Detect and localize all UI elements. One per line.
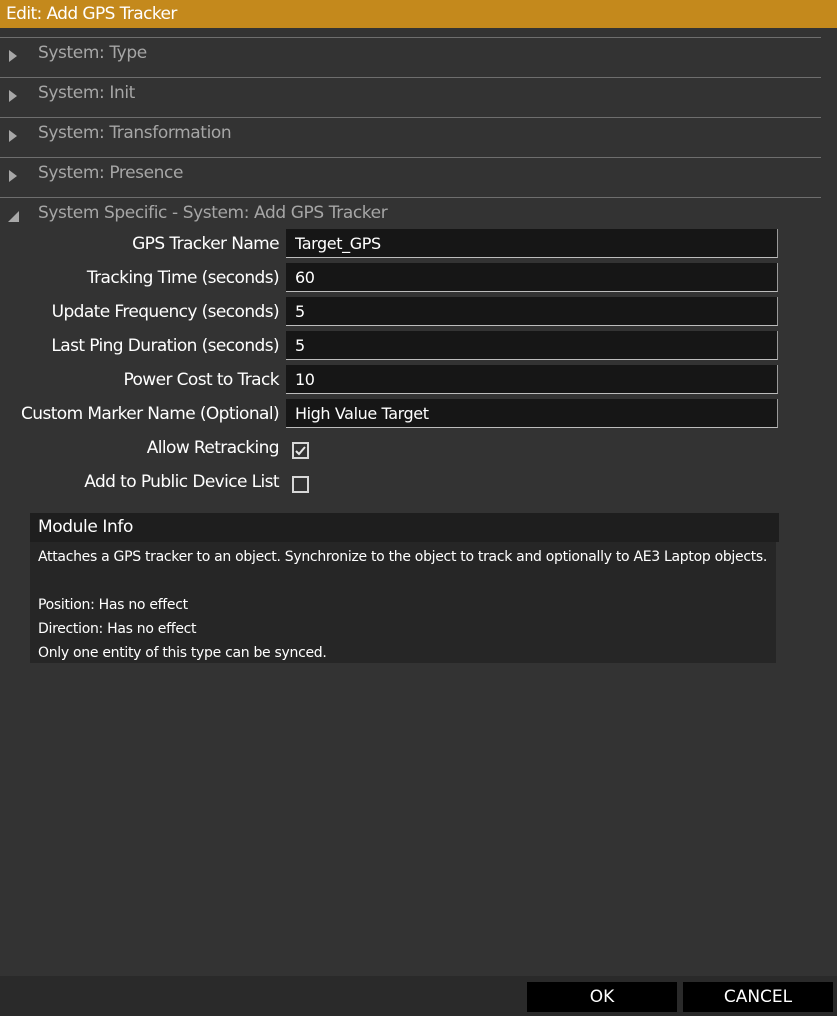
section-system-type[interactable]: System: Type: [0, 37, 821, 77]
section-system-transformation[interactable]: System: Transformation: [0, 117, 821, 157]
chevron-right-icon: [9, 50, 17, 62]
module-info-line: Only one entity of this type can be sync…: [38, 645, 327, 661]
update-frequency-label: Update Frequency (seconds): [51, 302, 280, 322]
tracker-name-input[interactable]: [286, 229, 778, 258]
cancel-button[interactable]: CANCEL: [683, 982, 833, 1012]
module-info-line: [38, 569, 768, 593]
section-label: System: Presence: [38, 163, 184, 183]
section-system-specific[interactable]: System Specific - System: Add GPS Tracke…: [0, 197, 821, 229]
chevron-down-icon: [8, 211, 19, 222]
tracker-name-label: GPS Tracker Name: [132, 234, 280, 254]
checkmark-icon: [295, 446, 306, 456]
power-cost-label: Power Cost to Track: [123, 370, 279, 390]
section-label: System Specific - System: Add GPS Tracke…: [38, 203, 388, 223]
custom-marker-name-label: Custom Marker Name (Optional): [21, 404, 280, 424]
tracking-time-label: Tracking Time (seconds): [86, 268, 280, 288]
section-label: System: Init: [38, 83, 135, 103]
section-system-init[interactable]: System: Init: [0, 77, 821, 117]
custom-marker-name-input[interactable]: [286, 399, 778, 428]
section-label: System: Type: [38, 43, 147, 63]
update-frequency-input[interactable]: [286, 297, 778, 326]
last-ping-duration-input[interactable]: [286, 331, 778, 360]
allow-retracking-checkbox[interactable]: [292, 442, 309, 459]
tracking-time-input[interactable]: [286, 263, 778, 292]
allow-retracking-label: Allow Retracking: [146, 438, 280, 458]
section-system-presence[interactable]: System: Presence: [0, 157, 821, 197]
ok-button[interactable]: OK: [527, 982, 677, 1012]
module-info-title: Module Info: [30, 513, 779, 542]
module-info-line: Attaches a GPS tracker to an object. Syn…: [38, 549, 768, 565]
power-cost-input[interactable]: [286, 365, 778, 394]
module-info-line: Position: Has no effect: [38, 597, 188, 613]
chevron-right-icon: [9, 170, 17, 182]
public-device-list-checkbox[interactable]: [292, 476, 309, 493]
module-info-line: Direction: Has no effect: [38, 621, 197, 637]
chevron-right-icon: [9, 130, 17, 142]
public-device-list-label: Add to Public Device List: [84, 472, 279, 492]
chevron-right-icon: [9, 90, 17, 102]
section-label: System: Transformation: [38, 123, 232, 143]
module-info-body: Attaches a GPS tracker to an object. Syn…: [30, 542, 776, 663]
last-ping-duration-label: Last Ping Duration (seconds): [51, 336, 279, 356]
window-title: Edit: Add GPS Tracker: [0, 0, 837, 28]
